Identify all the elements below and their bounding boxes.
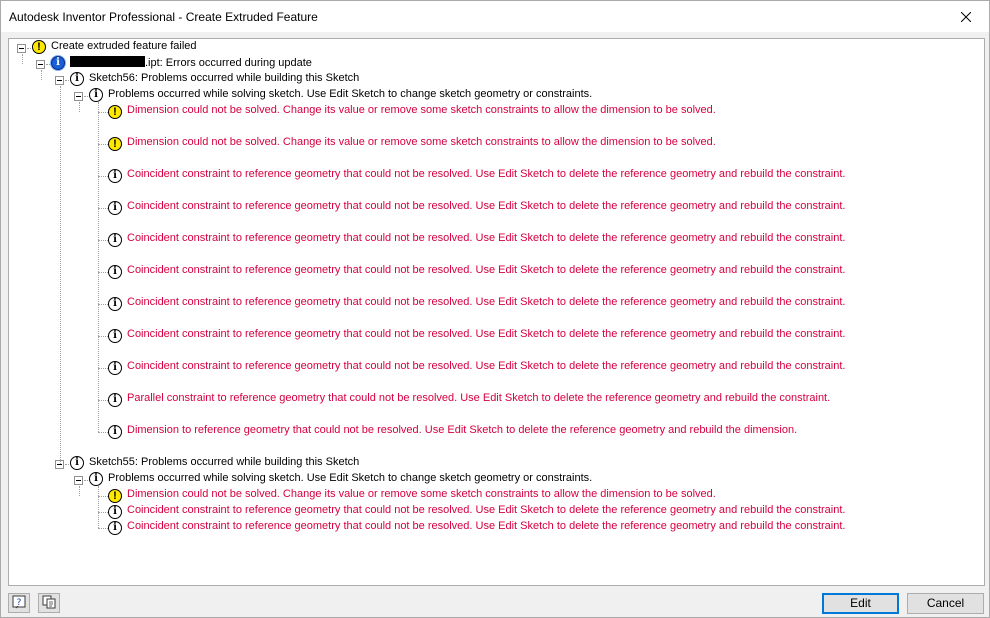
tree-connector <box>98 368 108 369</box>
tree-connector <box>98 512 108 513</box>
constraint-message[interactable]: Coincident constraint to reference geome… <box>127 296 845 308</box>
constraint-message[interactable]: Coincident constraint to reference geome… <box>127 504 845 516</box>
edit-button[interactable]: Edit <box>822 593 899 614</box>
sketch56-node-label[interactable]: Sketch56: Problems occurred while buildi… <box>89 72 359 84</box>
tree-connector <box>98 496 108 497</box>
info-icon: i <box>51 56 65 70</box>
constraint-message[interactable]: Dimension could not be solved. Change it… <box>127 104 716 116</box>
constraint-message[interactable]: Coincident constraint to reference geome… <box>127 168 845 180</box>
sketch56-solving-collapse-toggle[interactable] <box>74 92 83 101</box>
dialog-window: Autodesk Inventor Professional - Create … <box>0 0 990 618</box>
info-icon: i <box>108 297 122 311</box>
part-node-label[interactable]: .ipt: Errors occurred during update <box>70 56 312 69</box>
tree-connector <box>65 80 69 81</box>
sketch55-node-label[interactable]: Sketch55: Problems occurred while buildi… <box>89 456 359 468</box>
tree-connector <box>84 480 88 481</box>
root-node-label[interactable]: Create extruded feature failed <box>51 40 197 52</box>
constraint-message[interactable]: Parallel constraint to reference geometr… <box>127 392 830 404</box>
info-icon: i <box>108 393 122 407</box>
warning-icon: ! <box>108 105 122 119</box>
info-icon: i <box>108 425 122 439</box>
constraint-message[interactable]: Coincident constraint to reference geome… <box>127 328 845 340</box>
constraint-message[interactable]: Dimension could not be solved. Change it… <box>127 488 716 500</box>
info-icon: i <box>89 88 103 102</box>
info-icon: i <box>70 456 84 470</box>
title-bar[interactable]: Autodesk Inventor Professional - Create … <box>1 1 989 32</box>
info-icon: i <box>108 265 122 279</box>
tree-connector <box>46 64 50 65</box>
root-collapse-toggle[interactable] <box>17 44 26 53</box>
constraint-message[interactable]: Coincident constraint to reference geome… <box>127 232 845 244</box>
tree-connector <box>27 48 31 49</box>
info-icon: i <box>108 329 122 343</box>
tree-connector <box>98 102 99 432</box>
svg-text:?: ? <box>17 598 22 608</box>
warning-icon: ! <box>108 489 122 503</box>
constraint-message[interactable]: Dimension to reference geometry that cou… <box>127 424 797 436</box>
constraint-message[interactable]: Coincident constraint to reference geome… <box>127 360 845 372</box>
tree-connector <box>98 144 108 145</box>
help-icon: ? <box>12 595 26 612</box>
help-button[interactable]: ? <box>8 593 30 613</box>
cancel-button[interactable]: Cancel <box>907 593 984 614</box>
copy-button[interactable] <box>38 593 60 613</box>
tree-connector <box>41 70 42 80</box>
tree-connector <box>98 432 108 433</box>
constraint-message[interactable]: Coincident constraint to reference geome… <box>127 520 845 532</box>
tree-connector <box>98 400 108 401</box>
info-icon: i <box>108 505 122 519</box>
constraint-message[interactable]: Coincident constraint to reference geome… <box>127 200 845 212</box>
info-icon: i <box>108 169 122 183</box>
tree-connector <box>22 54 23 64</box>
info-icon: i <box>108 201 122 215</box>
tree-connector <box>98 336 108 337</box>
part-collapse-toggle[interactable] <box>36 60 45 69</box>
tree-connector <box>98 112 108 113</box>
error-tree-panel[interactable]: ! Create extruded feature failed i .ipt:… <box>8 38 985 586</box>
tree-connector <box>98 304 108 305</box>
tree-connector <box>98 272 108 273</box>
info-icon: i <box>70 72 84 86</box>
tree-connector <box>84 96 88 97</box>
constraint-message[interactable]: Dimension could not be solved. Change it… <box>127 136 716 148</box>
tree-connector <box>79 102 80 112</box>
info-icon: i <box>108 361 122 375</box>
tree-connector <box>98 528 108 529</box>
tree-connector <box>98 208 108 209</box>
sketch56-solving-label[interactable]: Problems occurred while solving sketch. … <box>108 88 592 100</box>
info-icon: i <box>108 521 122 535</box>
copy-icon <box>42 595 56 612</box>
tree-connector <box>98 176 108 177</box>
tree-connector <box>79 486 80 496</box>
sketch56-collapse-toggle[interactable] <box>55 76 64 85</box>
close-icon <box>961 11 971 22</box>
sketch55-solving-collapse-toggle[interactable] <box>74 476 83 485</box>
info-icon: i <box>108 233 122 247</box>
tree-connector <box>65 464 69 465</box>
tree-connector <box>98 486 99 528</box>
warning-icon: ! <box>32 40 46 54</box>
constraint-message[interactable]: Coincident constraint to reference geome… <box>127 264 845 276</box>
redacted-part-name <box>70 56 145 67</box>
info-icon: i <box>89 472 103 486</box>
warning-icon: ! <box>108 137 122 151</box>
sketch55-solving-label[interactable]: Problems occurred while solving sketch. … <box>108 472 592 484</box>
window-title: Autodesk Inventor Professional - Create … <box>9 10 318 24</box>
close-button[interactable] <box>943 1 989 32</box>
tree-connector <box>98 240 108 241</box>
tree-connector <box>60 86 61 464</box>
